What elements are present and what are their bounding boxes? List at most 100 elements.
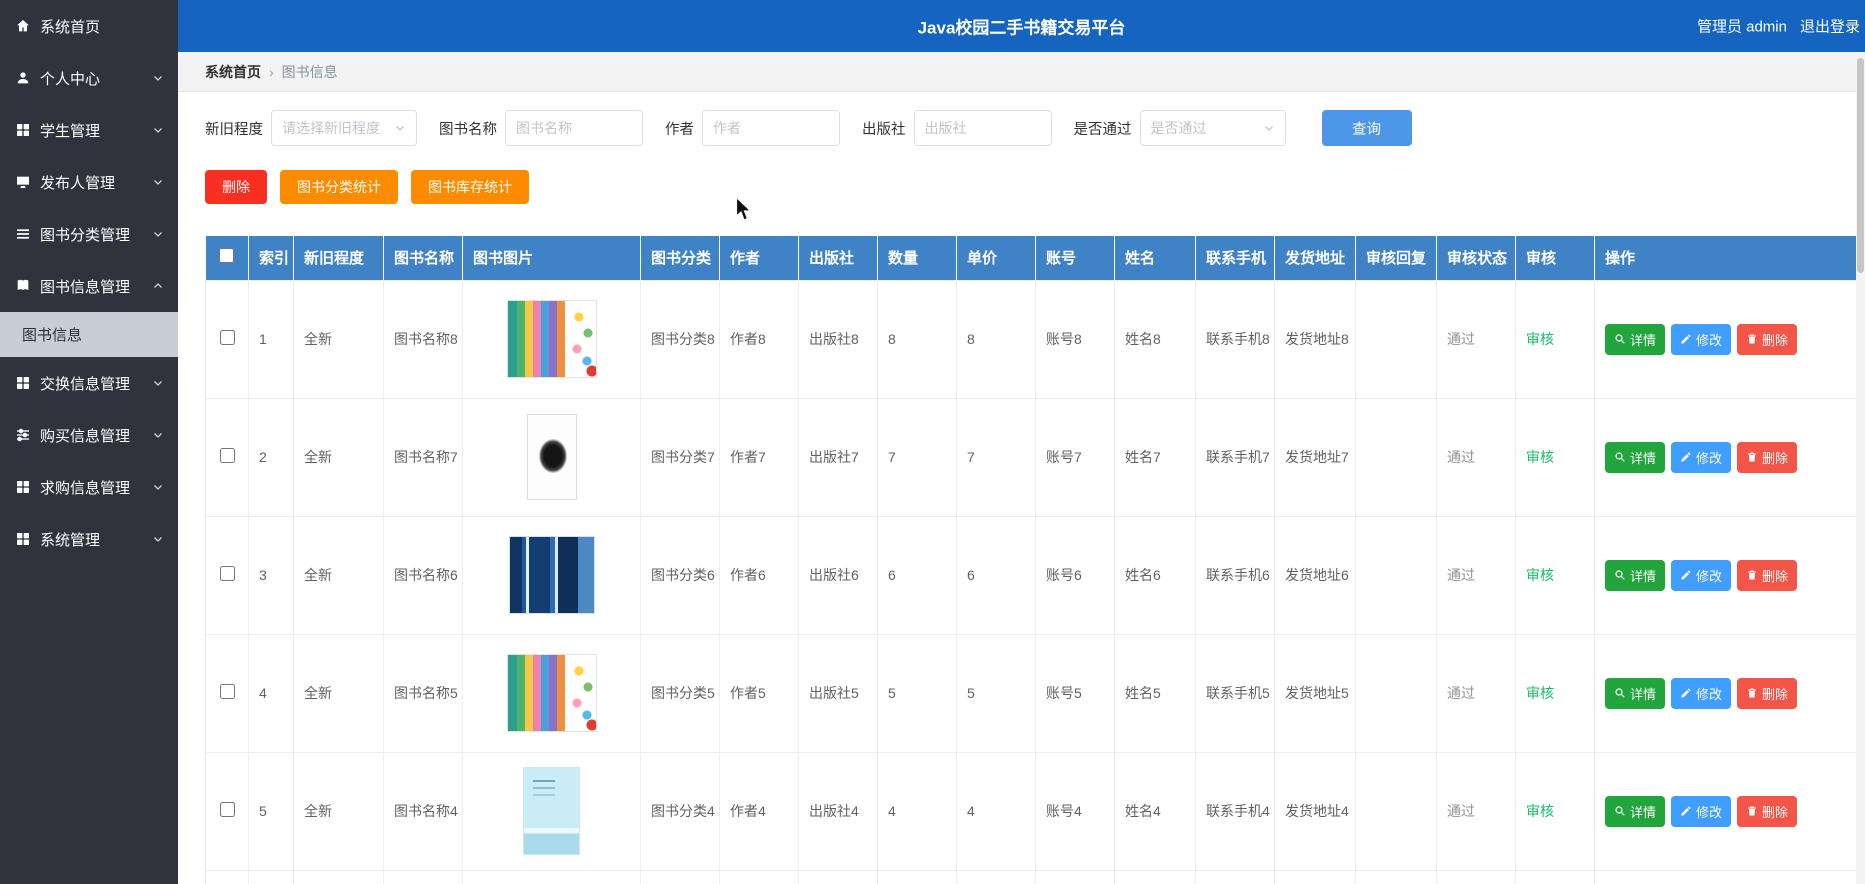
publisher-input[interactable] — [913, 110, 1052, 146]
approved-select-placeholder: 是否通过 — [1150, 120, 1207, 136]
column-header: 出版社 — [798, 236, 878, 280]
grid-icon — [14, 531, 31, 547]
user-icon — [14, 70, 31, 86]
edit-button[interactable]: 修改 — [1671, 441, 1732, 473]
book-image-cell — [462, 633, 641, 753]
stock-stats-button[interactable]: 图书库存统计 — [411, 170, 529, 204]
audit-link[interactable]: 审核 — [1526, 331, 1554, 347]
book-image-cell — [462, 751, 641, 871]
detail-button[interactable]: 详情 — [1605, 323, 1666, 355]
row-delete-button[interactable]: 删除 — [1737, 795, 1798, 827]
sidebar-item-home[interactable]: 系统首页 — [0, 0, 178, 52]
trash-icon — [1748, 334, 1757, 344]
grid-icon — [14, 479, 31, 495]
category-stats-button[interactable]: 图书分类统计 — [280, 170, 398, 204]
sidebar-item-personal-center[interactable]: 个人中心 — [0, 52, 178, 104]
sidebar-item-wanted-info-management[interactable]: 求购信息管理 — [0, 461, 178, 513]
chevron-down-icon — [394, 122, 406, 134]
publisher-cell: 出版社8 — [798, 279, 878, 399]
audit-link[interactable]: 审核 — [1526, 567, 1554, 583]
scrollbar-thumb[interactable] — [1857, 58, 1864, 273]
select-all-checkbox[interactable] — [219, 248, 235, 264]
table-row: 6 全新 图书名称3 图书分类3 作者3 出版社3 3 3 账号3 姓名3 联系… — [205, 869, 1859, 884]
audit-status-cell: 通过 — [1436, 515, 1516, 635]
audit-link[interactable]: 审核 — [1526, 803, 1554, 819]
condition-select[interactable]: 请选择新旧程度 — [271, 110, 417, 146]
detail-button[interactable]: 详情 — [1605, 559, 1666, 591]
sidebar-subitem-book-info[interactable]: 图书信息 — [0, 312, 178, 357]
chevron-down-icon — [152, 176, 164, 188]
edit-button[interactable]: 修改 — [1671, 559, 1732, 591]
row-delete-button[interactable]: 删除 — [1737, 559, 1798, 591]
sidebar-item-system-management[interactable]: 系统管理 — [0, 513, 178, 565]
sidebar-item-purchase-info-management[interactable]: 购买信息管理 — [0, 409, 178, 461]
pencil-icon — [1681, 334, 1691, 344]
operations-cell: 详情 修改 删除 — [1594, 397, 1859, 517]
detail-button[interactable]: 详情 — [1605, 795, 1666, 827]
search-button[interactable]: 查询 — [1321, 110, 1412, 146]
phone-cell: 联系手机5 — [1195, 633, 1275, 753]
operations-cell: 详情 修改 删除 — [1594, 515, 1859, 635]
quantity-cell: 4 — [877, 751, 957, 871]
magnifier-icon — [1615, 334, 1625, 344]
edit-button[interactable]: 修改 — [1671, 795, 1732, 827]
approved-select[interactable]: 是否通过 — [1139, 110, 1286, 146]
audit-reply-cell — [1355, 869, 1437, 884]
detail-button[interactable]: 详情 — [1605, 441, 1666, 473]
sidebar-item-book-info-management[interactable]: 图书信息管理 — [0, 260, 178, 312]
select-all-cell — [205, 236, 249, 280]
detail-button[interactable]: 详情 — [1605, 677, 1666, 709]
edit-button[interactable]: 修改 — [1671, 677, 1732, 709]
sidebar-item-label: 购买信息管理 — [40, 427, 131, 445]
vertical-scrollbar[interactable] — [1856, 52, 1865, 884]
account-cell: 账号8 — [1035, 279, 1115, 399]
author-label: 作者 — [665, 121, 694, 138]
sidebar-item-publisher-management[interactable]: 发布人管理 — [0, 156, 178, 208]
book-image — [526, 414, 577, 500]
row-delete-button[interactable]: 删除 — [1737, 441, 1798, 473]
account-cell: 账号5 — [1035, 633, 1115, 753]
trash-icon — [1748, 688, 1757, 698]
audit-reply-cell — [1355, 279, 1437, 399]
quantity-cell: 7 — [877, 397, 957, 517]
edit-button[interactable]: 修改 — [1671, 323, 1732, 355]
delete-button[interactable]: 删除 — [205, 170, 267, 204]
author-cell: 作者5 — [719, 633, 799, 753]
row-checkbox[interactable] — [219, 802, 235, 817]
publisher-cell: 出版社5 — [798, 633, 878, 753]
sidebar-item-student-management[interactable]: 学生管理 — [0, 104, 178, 156]
audit-link[interactable]: 审核 — [1526, 685, 1554, 701]
row-checkbox[interactable] — [219, 330, 235, 345]
chevron-down-icon — [152, 72, 164, 84]
quantity-cell: 5 — [877, 633, 957, 753]
row-delete-button[interactable]: 删除 — [1737, 677, 1798, 709]
sidebar: 系统首页 个人中心 学生管理 发布人管理 图书分类管理 图书信息管理 图书信息 — [0, 0, 178, 884]
column-header: 作者 — [719, 236, 799, 280]
price-cell: 8 — [956, 279, 1036, 399]
sidebar-item-book-category-management[interactable]: 图书分类管理 — [0, 208, 178, 260]
row-checkbox[interactable] — [219, 566, 235, 581]
book-name-input[interactable] — [505, 110, 643, 146]
author-input[interactable] — [702, 110, 840, 146]
chevron-down-icon — [1263, 122, 1275, 134]
column-header: 联系手机 — [1195, 236, 1275, 280]
condition-cell: 全新 — [293, 751, 384, 871]
audit-cell: 审核 — [1515, 869, 1595, 884]
index-cell: 6 — [248, 869, 294, 884]
author-cell: 作者3 — [719, 869, 799, 884]
logout-link[interactable]: 退出登录 — [1800, 16, 1860, 37]
app-window: 系统首页 个人中心 学生管理 发布人管理 图书分类管理 图书信息管理 图书信息 — [0, 0, 1865, 884]
author-cell: 作者7 — [719, 397, 799, 517]
audit-link[interactable]: 审核 — [1526, 449, 1554, 465]
index-cell: 5 — [248, 751, 294, 871]
sidebar-item-exchange-info-management[interactable]: 交换信息管理 — [0, 357, 178, 409]
sidebar-item-label: 系统管理 — [40, 531, 101, 549]
breadcrumb-home[interactable]: 系统首页 — [205, 62, 261, 82]
trash-icon — [1748, 806, 1757, 816]
row-checkbox[interactable] — [219, 684, 235, 699]
audit-cell: 审核 — [1515, 633, 1595, 753]
address-cell: 发货地址5 — [1274, 633, 1356, 753]
column-header: 审核 — [1515, 236, 1595, 280]
row-checkbox[interactable] — [219, 448, 235, 463]
row-delete-button[interactable]: 删除 — [1737, 323, 1798, 355]
